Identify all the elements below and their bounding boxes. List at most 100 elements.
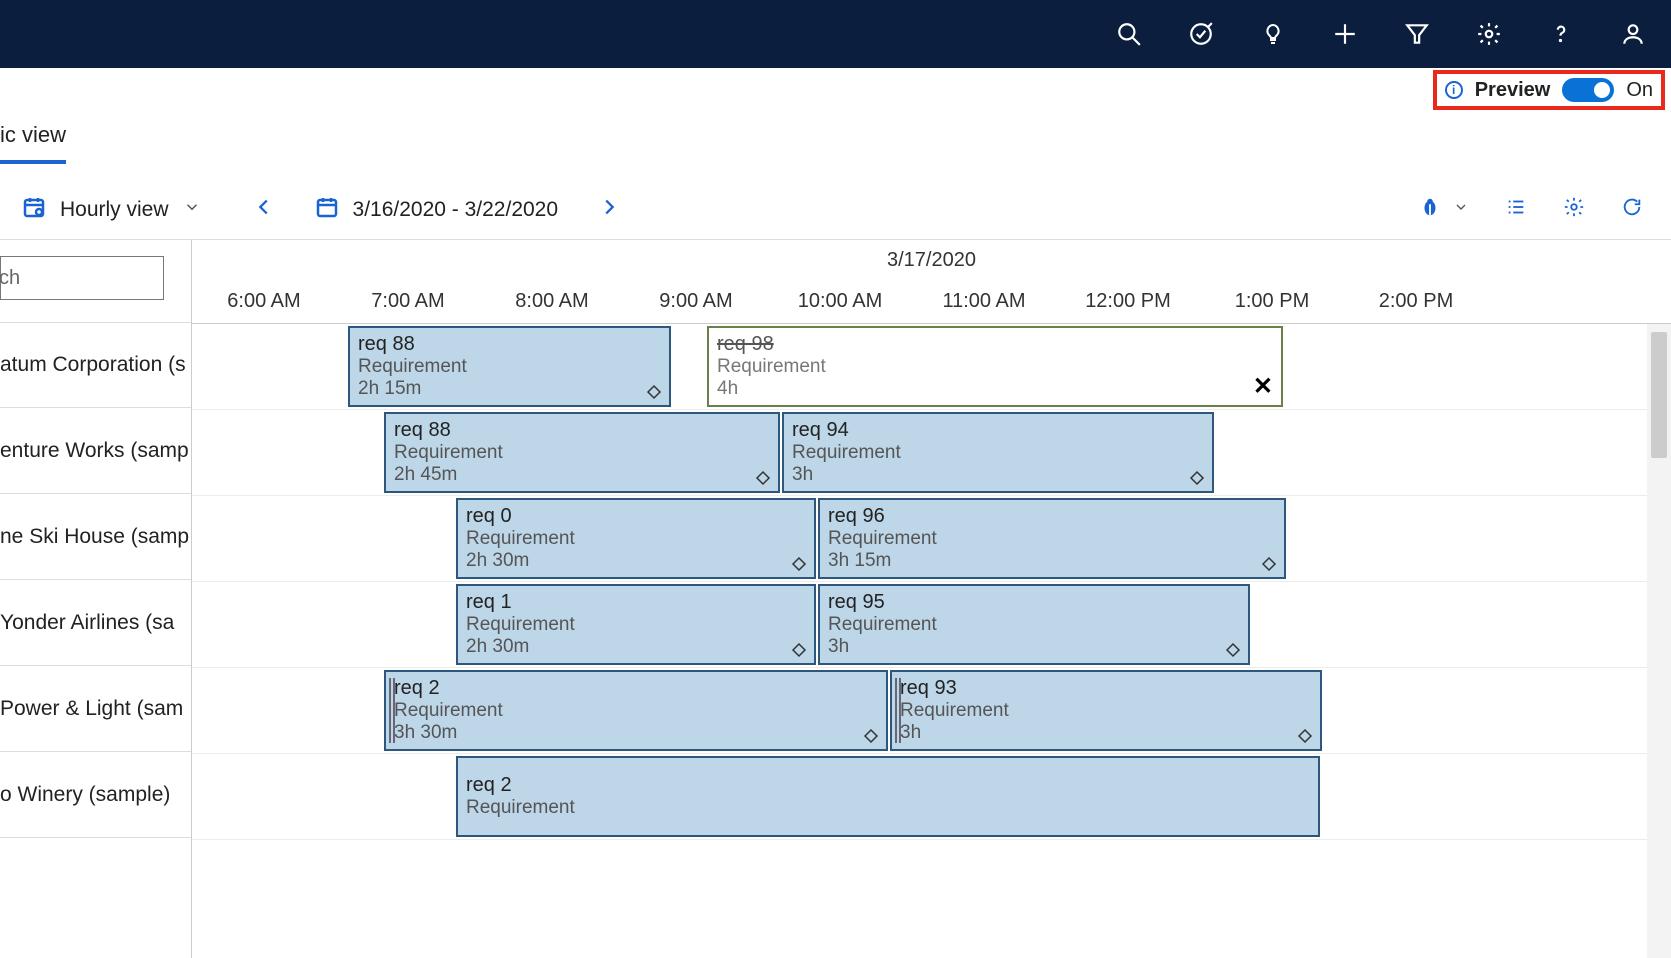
preview-toggle[interactable] [1562, 78, 1614, 102]
booking-duration: 3h 15m [828, 550, 1278, 572]
hour-header: 6:00 AM7:00 AM8:00 AM9:00 AM10:00 AM11:0… [192, 280, 1671, 324]
rows-area: req 88Requirement2h 15mreq 98Requirement… [192, 324, 1671, 840]
hour-cell: 2:00 PM [1344, 280, 1488, 323]
booking-block[interactable]: req 98Requirement4h✕ [707, 326, 1283, 407]
main-split: ch atum Corporation (senture Works (samp… [0, 240, 1671, 958]
booking-status-icon [1188, 469, 1206, 487]
grid-row: req 0Requirement2h 30mreq 96Requirement3… [192, 496, 1671, 582]
booking-title: req 94 [792, 419, 1206, 442]
booking-block[interactable]: req 1Requirement2h 30m [456, 584, 816, 665]
resource-row[interactable]: ne Ski House (samp [0, 494, 191, 580]
booking-status-icon [862, 727, 880, 745]
booking-duration: 2h 30m [466, 636, 808, 658]
booking-title: req 96 [828, 505, 1278, 528]
hour-cell: 12:00 PM [1056, 280, 1200, 323]
tab-row: ic view [0, 112, 1671, 180]
resource-row[interactable]: atum Corporation (s [0, 322, 191, 408]
preview-state: On [1626, 79, 1653, 102]
date-prev-button[interactable] [253, 196, 275, 223]
resource-row[interactable]: Yonder Airlines (sa [0, 580, 191, 666]
list-icon[interactable] [1505, 196, 1527, 223]
booking-title: req 95 [828, 591, 1242, 614]
booking-status-icon [1224, 641, 1242, 659]
booking-title: req 0 [466, 505, 808, 528]
filter-icon[interactable] [1403, 20, 1431, 48]
close-icon[interactable]: ✕ [1253, 372, 1273, 401]
resource-row[interactable]: o Winery (sample) [0, 752, 191, 838]
booking-block[interactable]: req 88Requirement2h 15m [348, 326, 671, 407]
grid-row: req 1Requirement2h 30mreq 95Requirement3… [192, 582, 1671, 668]
drag-handle-icon[interactable] [895, 678, 901, 743]
help-icon[interactable] [1547, 20, 1575, 48]
booking-title: req 98 [717, 333, 1275, 356]
booking-duration: 3h 30m [394, 722, 880, 744]
grid-row: req 2Requirement [192, 754, 1671, 840]
booking-block[interactable]: req 96Requirement3h 15m [818, 498, 1286, 579]
booking-block[interactable]: req 95Requirement3h [818, 584, 1250, 665]
resource-row[interactable]: Power & Light (sam [0, 666, 191, 752]
booking-type: Requirement [828, 614, 1242, 636]
booking-type: Requirement [792, 442, 1206, 464]
view-mode-chevron[interactable] [183, 198, 201, 221]
view-mode-label[interactable]: Hourly view [60, 198, 169, 222]
task-check-icon[interactable] [1187, 20, 1215, 48]
vertical-scrollbar[interactable] [1647, 324, 1671, 958]
booking-block[interactable]: req 94Requirement3h [782, 412, 1214, 493]
booking-type: Requirement [466, 797, 1312, 819]
calendar-view-icon[interactable] [22, 195, 46, 224]
booking-block[interactable]: req 2Requirement [456, 756, 1320, 837]
schedule-grid: 3/17/2020 6:00 AM7:00 AM8:00 AM9:00 AM10… [192, 240, 1671, 958]
booking-title: req 93 [900, 677, 1314, 700]
booking-duration: 4h [717, 378, 1275, 400]
preview-label: Preview [1475, 79, 1551, 102]
plus-icon[interactable] [1331, 20, 1359, 48]
booking-status-icon [645, 383, 663, 401]
user-icon[interactable] [1619, 20, 1647, 48]
hour-cell: 11:00 AM [912, 280, 1056, 323]
calendar-icon[interactable] [315, 195, 339, 224]
date-next-button[interactable] [598, 196, 620, 223]
search-icon[interactable] [1115, 20, 1143, 48]
hour-cell: 7:00 AM [336, 280, 480, 323]
drag-handle-icon[interactable] [389, 678, 395, 743]
booking-duration: 3h [828, 636, 1242, 658]
toolbar: Hourly view 3/16/2020 - 3/22/2020 [0, 180, 1671, 240]
booking-status-icon [1260, 555, 1278, 573]
tab-underline [0, 160, 66, 164]
booking-type: Requirement [358, 356, 663, 378]
booking-status-icon [754, 469, 772, 487]
booking-duration: 2h 30m [466, 550, 808, 572]
bug-icon[interactable] [1419, 196, 1441, 223]
board-gear-icon[interactable] [1563, 196, 1585, 223]
preview-toggle-box: i Preview On [1433, 70, 1665, 110]
booking-duration: 3h [900, 722, 1314, 744]
booking-type: Requirement [900, 700, 1314, 722]
booking-block[interactable]: req 93Requirement3h [890, 670, 1322, 751]
booking-title: req 2 [394, 677, 880, 700]
resource-sidebar: ch atum Corporation (senture Works (samp… [0, 240, 192, 958]
hour-cell: 6:00 AM [192, 280, 336, 323]
chevron-down-icon[interactable] [1453, 199, 1469, 220]
gear-icon[interactable] [1475, 20, 1503, 48]
hour-cell: 1:00 PM [1200, 280, 1344, 323]
booking-duration: 2h 15m [358, 378, 663, 400]
booking-block[interactable]: req 2Requirement3h 30m [384, 670, 888, 751]
booking-type: Requirement [394, 442, 772, 464]
preview-row: i Preview On [0, 68, 1671, 112]
booking-status-icon [1296, 727, 1314, 745]
booking-type: Requirement [828, 528, 1278, 550]
app-topbar [0, 0, 1671, 68]
grid-row: req 88Requirement2h 45mreq 94Requirement… [192, 410, 1671, 496]
booking-duration: 3h [792, 464, 1206, 486]
search-input[interactable]: ch [0, 256, 164, 300]
grid-row: req 88Requirement2h 15mreq 98Requirement… [192, 324, 1671, 410]
grid-row: req 2Requirement3h 30mreq 93Requirement3… [192, 668, 1671, 754]
date-range-label[interactable]: 3/16/2020 - 3/22/2020 [353, 198, 559, 222]
info-icon[interactable]: i [1445, 81, 1463, 99]
booking-block[interactable]: req 88Requirement2h 45m [384, 412, 780, 493]
refresh-icon[interactable] [1621, 196, 1643, 223]
resource-row[interactable]: enture Works (samp [0, 408, 191, 494]
tab-label[interactable]: ic view [0, 122, 66, 148]
bulb-icon[interactable] [1259, 20, 1287, 48]
booking-block[interactable]: req 0Requirement2h 30m [456, 498, 816, 579]
